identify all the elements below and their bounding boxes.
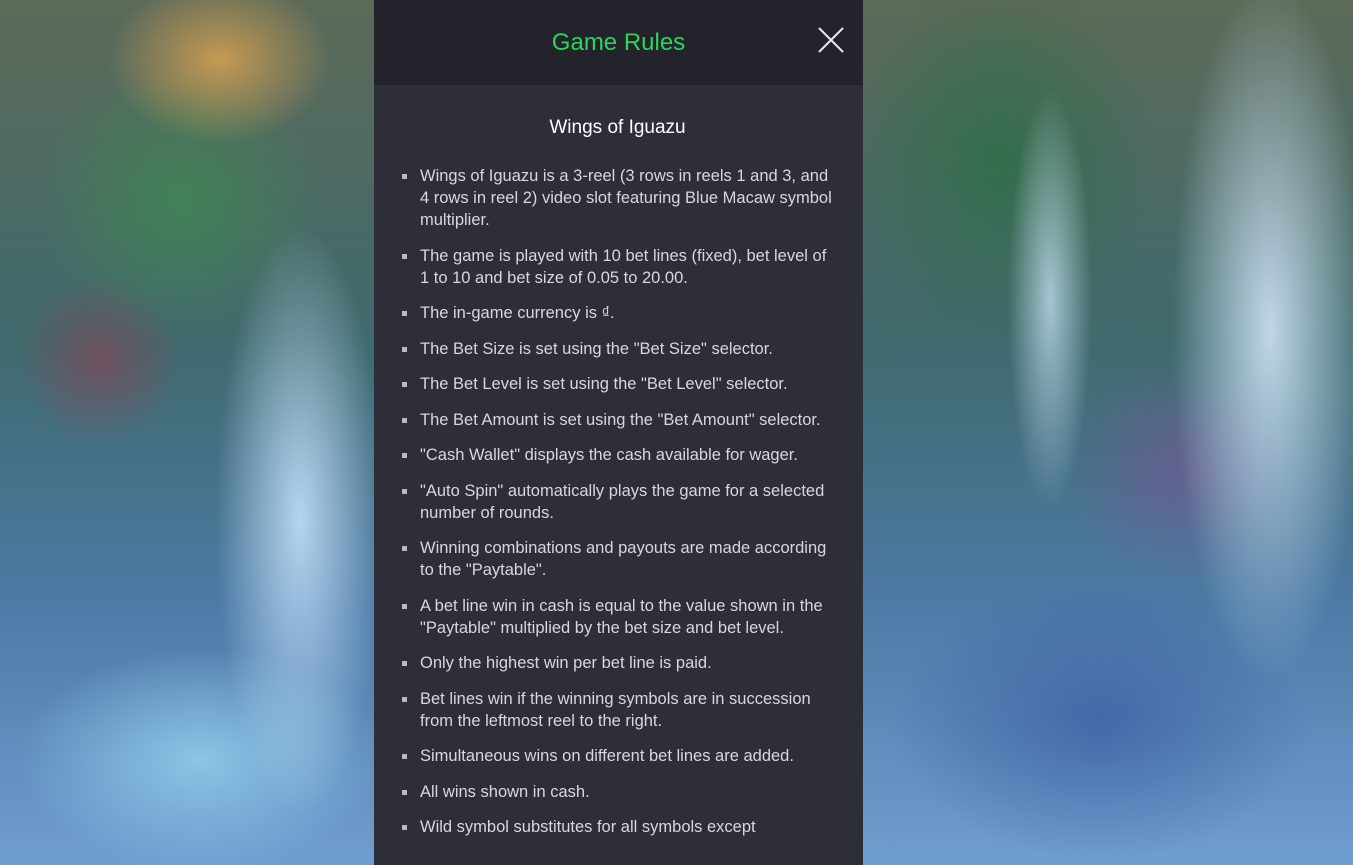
rules-header: Game Rules xyxy=(374,0,863,85)
rule-text: Winning combinations and payouts are mad… xyxy=(420,539,827,579)
rule-item: "Auto Spin" automatically plays the game… xyxy=(400,480,835,524)
game-rules-panel: Game Rules Wings of Iguazu Wings of Igua… xyxy=(374,0,863,865)
rule-text: "Auto Spin" automatically plays the game… xyxy=(420,481,825,522)
rule-text: All wins shown in cash. xyxy=(420,782,590,801)
rule-item: "Cash Wallet" displays the cash availabl… xyxy=(400,444,835,466)
rule-item: The game is played with 10 bet lines (fi… xyxy=(400,245,835,289)
rule-item: All wins shown in cash. xyxy=(400,781,835,803)
rule-text: The Bet Amount is set using the "Bet Amo… xyxy=(420,410,821,429)
bullet-icon xyxy=(402,546,407,551)
rule-text: The Bet Size is set using the "Bet Size"… xyxy=(420,339,773,358)
rule-item: Bet lines win if the winning symbols are… xyxy=(400,688,835,732)
rule-item: Wings of Iguazu is a 3-reel (3 rows in r… xyxy=(400,165,835,231)
rule-item: The Bet Level is set using the "Bet Leve… xyxy=(400,373,835,395)
bullet-icon xyxy=(402,417,407,423)
rule-item: The Bet Size is set using the "Bet Size"… xyxy=(400,338,835,360)
game-name: Wings of Iguazu xyxy=(549,117,686,138)
page-title: Game Rules xyxy=(551,28,686,56)
rule-text: The in-game currency is ₫. xyxy=(420,304,615,322)
bullet-icon xyxy=(402,603,407,609)
rule-text: The game is played with 10 bet lines (fi… xyxy=(420,246,827,287)
bullet-icon xyxy=(402,488,407,494)
bullet-icon xyxy=(402,253,407,259)
close-icon[interactable] xyxy=(817,26,845,54)
rules-list: Wings of Iguazu is a 3-reel (3 rows in r… xyxy=(400,165,835,838)
rule-text: The Bet Level is set using the "Bet Leve… xyxy=(420,375,788,393)
rule-text: A bet line win in cash is equal to the v… xyxy=(420,596,823,637)
rule-item: Wild symbol substitutes for all symbols … xyxy=(400,816,835,838)
rule-item: Winning combinations and payouts are mad… xyxy=(400,537,835,581)
rule-text: Wild symbol substitutes for all symbols … xyxy=(420,818,756,836)
bullet-icon xyxy=(402,754,407,759)
rule-item: A bet line win in cash is equal to the v… xyxy=(400,595,835,639)
rule-text: Bet lines win if the winning symbols are… xyxy=(420,689,811,730)
bullet-icon xyxy=(402,346,407,352)
rule-text: Wings of Iguazu is a 3-reel (3 rows in r… xyxy=(420,167,832,229)
bullet-icon xyxy=(402,825,407,830)
rule-text: Only the highest win per bet line is pai… xyxy=(420,654,712,672)
rule-text: Simultaneous wins on different bet lines… xyxy=(420,747,794,765)
bullet-icon xyxy=(402,789,407,795)
rule-item: Simultaneous wins on different bet lines… xyxy=(400,745,835,767)
rule-item: Only the highest win per bet line is pai… xyxy=(400,652,835,674)
bullet-icon xyxy=(402,174,407,179)
rule-text: "Cash Wallet" displays the cash availabl… xyxy=(420,446,798,464)
rule-item: The in-game currency is ₫. xyxy=(400,302,835,324)
bullet-icon xyxy=(402,453,407,458)
rules-content[interactable]: Wings of Iguazu Wings of Iguazu is a 3-r… xyxy=(374,85,863,838)
rule-item: The Bet Amount is set using the "Bet Amo… xyxy=(400,409,835,431)
bullet-icon xyxy=(402,311,407,316)
bullet-icon xyxy=(402,382,407,387)
bullet-icon xyxy=(402,661,407,666)
bullet-icon xyxy=(402,696,407,702)
